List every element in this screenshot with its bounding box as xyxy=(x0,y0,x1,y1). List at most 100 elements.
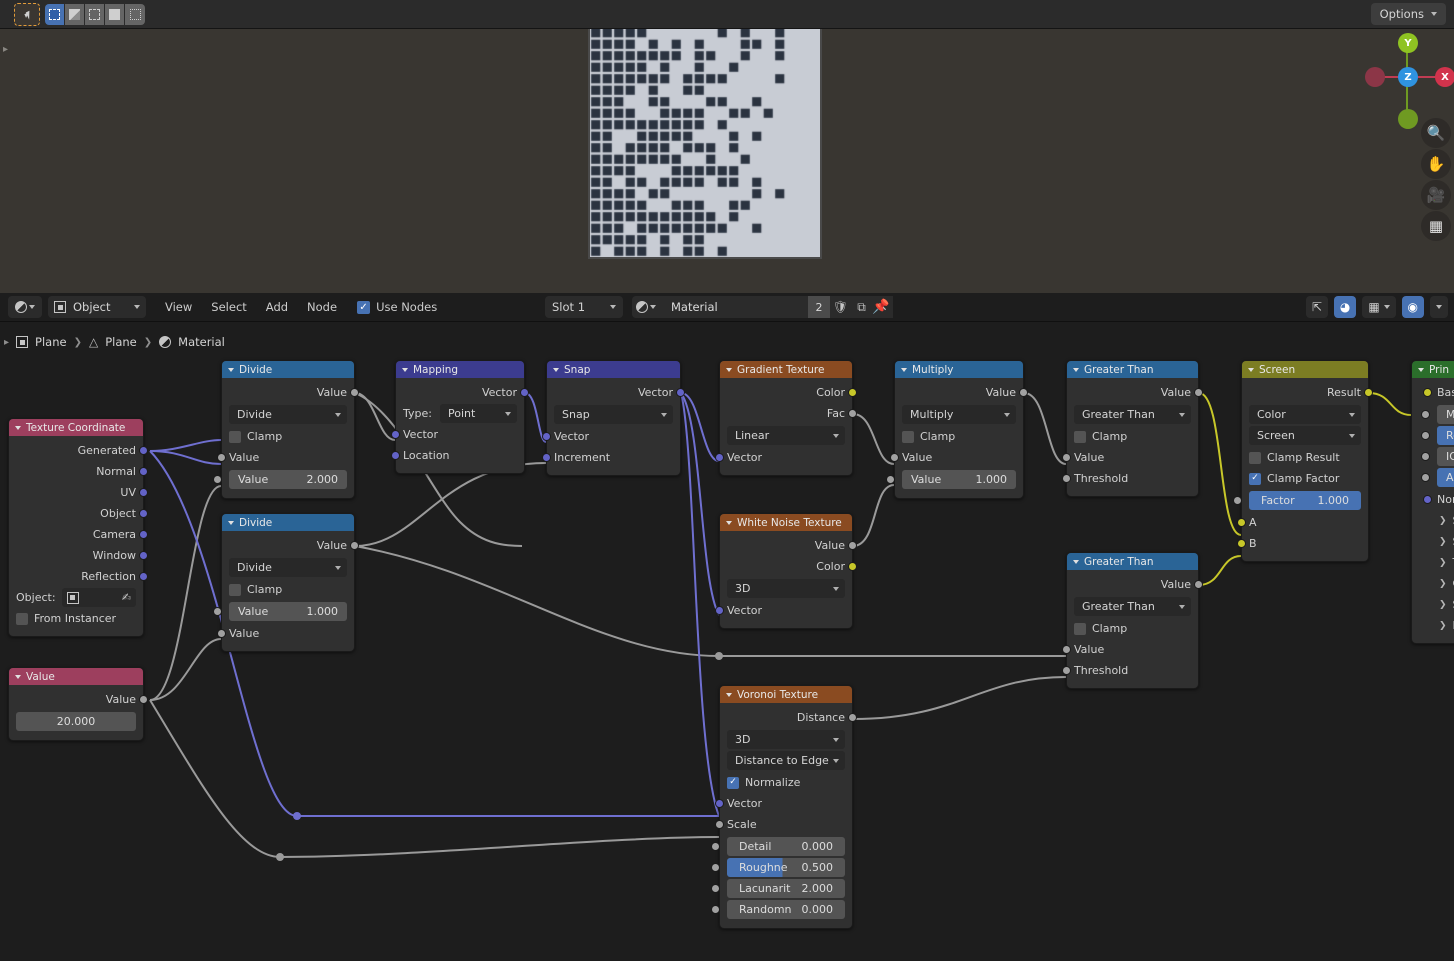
collapse-icon[interactable] xyxy=(15,674,21,679)
output-reflection[interactable]: Reflection xyxy=(16,566,148,587)
input-vector[interactable]: Vector xyxy=(391,424,517,445)
node-multiply[interactable]: Multiply Value Multiply Clamp Value Valu… xyxy=(886,360,1028,499)
snap-arrow-icon[interactable]: ⇱ xyxy=(1305,296,1328,318)
input-normal[interactable]: Norma xyxy=(1423,489,1454,510)
output-object[interactable]: Object xyxy=(16,503,148,524)
socket-color[interactable] xyxy=(1237,539,1246,548)
output-value[interactable]: Value xyxy=(1074,574,1203,595)
shader-type-dropdown[interactable]: Object xyxy=(48,296,146,318)
type-row[interactable]: Type: Point xyxy=(403,403,517,424)
socket-value[interactable] xyxy=(217,629,226,638)
zoom-icon[interactable]: 🔍 xyxy=(1421,118,1451,148)
material-browse-button[interactable] xyxy=(632,301,660,313)
node-value[interactable]: Value Value 20.000 xyxy=(8,667,148,741)
node-gradient-texture[interactable]: Gradient Texture Color Fac Linear Vector xyxy=(715,360,857,476)
panel-sheen[interactable]: ❯ She xyxy=(1425,594,1454,615)
socket-value[interactable] xyxy=(890,453,899,462)
collapse-icon[interactable] xyxy=(1418,367,1424,372)
data-type-dropdown[interactable]: Color xyxy=(1249,405,1361,424)
input-value[interactable]: Value xyxy=(1062,639,1191,660)
clamp-row[interactable]: Clamp xyxy=(902,426,1016,447)
input-value[interactable]: Value xyxy=(1062,447,1191,468)
node-header[interactable]: Greater Than xyxy=(1067,361,1198,378)
gizmo-axis-y[interactable]: Y xyxy=(1398,33,1418,53)
collapse-icon[interactable] xyxy=(402,367,408,372)
collapse-icon[interactable] xyxy=(1248,367,1254,372)
input-increment[interactable]: Increment xyxy=(542,447,673,468)
material-name-field[interactable]: Material xyxy=(660,296,808,318)
socket-vector[interactable] xyxy=(1423,495,1432,504)
socket-value[interactable] xyxy=(213,475,222,484)
node-header[interactable]: Mapping xyxy=(396,361,524,378)
socket-vector[interactable] xyxy=(139,551,148,560)
clamp-row[interactable]: Clamp xyxy=(1074,426,1191,447)
snap-target-icon[interactable]: ▦ xyxy=(1362,296,1396,318)
node-header[interactable]: Snap xyxy=(547,361,680,378)
input-vector[interactable]: Vector xyxy=(715,447,845,468)
gizmo-axis-z[interactable]: Z xyxy=(1398,67,1418,87)
node-texture-coordinate[interactable]: Texture Coordinate Generated Normal UV O… xyxy=(8,418,148,637)
socket-vector[interactable] xyxy=(676,388,685,397)
output-vector[interactable]: Vector xyxy=(554,382,685,403)
camera-icon[interactable]: 🎥 xyxy=(1421,180,1451,210)
input-value-2-field[interactable]: Value 2.000 xyxy=(213,470,347,489)
lacunarity-field[interactable]: Lacunarit 2.000 xyxy=(711,879,845,898)
dimensions-dropdown[interactable]: 3D xyxy=(727,730,845,749)
socket-value[interactable] xyxy=(1194,580,1203,589)
menu-add[interactable]: Add xyxy=(266,300,288,314)
socket-color[interactable] xyxy=(1423,388,1432,397)
clamp-checkbox[interactable] xyxy=(1074,622,1086,635)
output-value[interactable]: Value xyxy=(902,382,1028,403)
clamp-row[interactable]: Clamp xyxy=(229,426,347,447)
clamp-factor-checkbox[interactable]: ✓ xyxy=(1249,472,1261,485)
sidebar-expand-arrow[interactable]: ▸ xyxy=(3,44,8,55)
ior-field[interactable]: IOR xyxy=(1421,447,1454,466)
use-nodes-checkbox[interactable]: ✓ xyxy=(357,300,371,314)
operation-dropdown[interactable]: Divide xyxy=(229,558,347,577)
output-value[interactable]: Value xyxy=(229,382,359,403)
proportional-edit-icon[interactable]: ◉ xyxy=(1401,296,1424,318)
node-principled-bsdf[interactable]: Prin Base C Met Rou IOR Alph Norma ❯ Sub… xyxy=(1411,360,1454,644)
node-voronoi-texture[interactable]: Voronoi Texture Distance 3D Distance to … xyxy=(711,685,857,929)
socket-vector[interactable] xyxy=(715,453,724,462)
node-header[interactable]: Multiply xyxy=(895,361,1023,378)
collapse-icon[interactable] xyxy=(726,367,732,372)
collapse-icon[interactable] xyxy=(553,367,559,372)
output-color[interactable]: Color xyxy=(727,556,857,577)
panel-subsurface[interactable]: ❯ Sub xyxy=(1425,510,1454,531)
type-dropdown[interactable]: Point xyxy=(439,404,517,423)
operation-dropdown[interactable]: Divide xyxy=(229,405,347,424)
node-header[interactable]: Greater Than xyxy=(1067,553,1198,570)
collapse-icon[interactable] xyxy=(15,425,21,430)
socket-vector[interactable] xyxy=(542,453,551,462)
gizmo-axis-neg-y[interactable] xyxy=(1398,109,1418,129)
socket-value[interactable] xyxy=(848,409,857,418)
use-nodes-toggle[interactable]: ✓ Use Nodes xyxy=(357,300,437,314)
socket-color[interactable] xyxy=(1237,518,1246,527)
dimensions-dropdown[interactable]: 3D xyxy=(727,579,845,598)
collapse-icon[interactable] xyxy=(901,367,907,372)
value-field[interactable]: 20.000 xyxy=(16,712,136,731)
socket-value[interactable] xyxy=(711,884,720,893)
socket-vector[interactable] xyxy=(715,799,724,808)
input-threshold[interactable]: Threshold xyxy=(1062,660,1191,681)
operation-dropdown[interactable]: Greater Than xyxy=(1074,405,1191,424)
input-threshold[interactable]: Threshold xyxy=(1062,468,1191,489)
node-divide-1[interactable]: Divide Value Divide Clamp Value Value 2.… xyxy=(213,360,359,499)
socket-value[interactable] xyxy=(350,541,359,550)
output-color[interactable]: Color xyxy=(727,382,857,403)
socket-value[interactable] xyxy=(715,820,724,829)
input-value-1[interactable]: Value xyxy=(217,447,347,468)
operation-dropdown[interactable]: Greater Than xyxy=(1074,597,1191,616)
collapse-icon[interactable] xyxy=(1073,559,1079,564)
socket-value[interactable] xyxy=(1062,666,1071,675)
breadcrumb-expand-icon[interactable]: ▸ xyxy=(4,337,9,348)
output-value[interactable]: Value xyxy=(229,535,359,556)
normalize-checkbox[interactable]: ✓ xyxy=(727,776,739,789)
output-value[interactable]: Value xyxy=(1074,382,1203,403)
output-distance[interactable]: Distance xyxy=(727,707,857,728)
socket-value[interactable] xyxy=(886,475,895,484)
roughness-field[interactable]: Roughne 0.500 xyxy=(711,858,845,877)
socket-value[interactable] xyxy=(350,388,359,397)
socket-value[interactable] xyxy=(217,453,226,462)
